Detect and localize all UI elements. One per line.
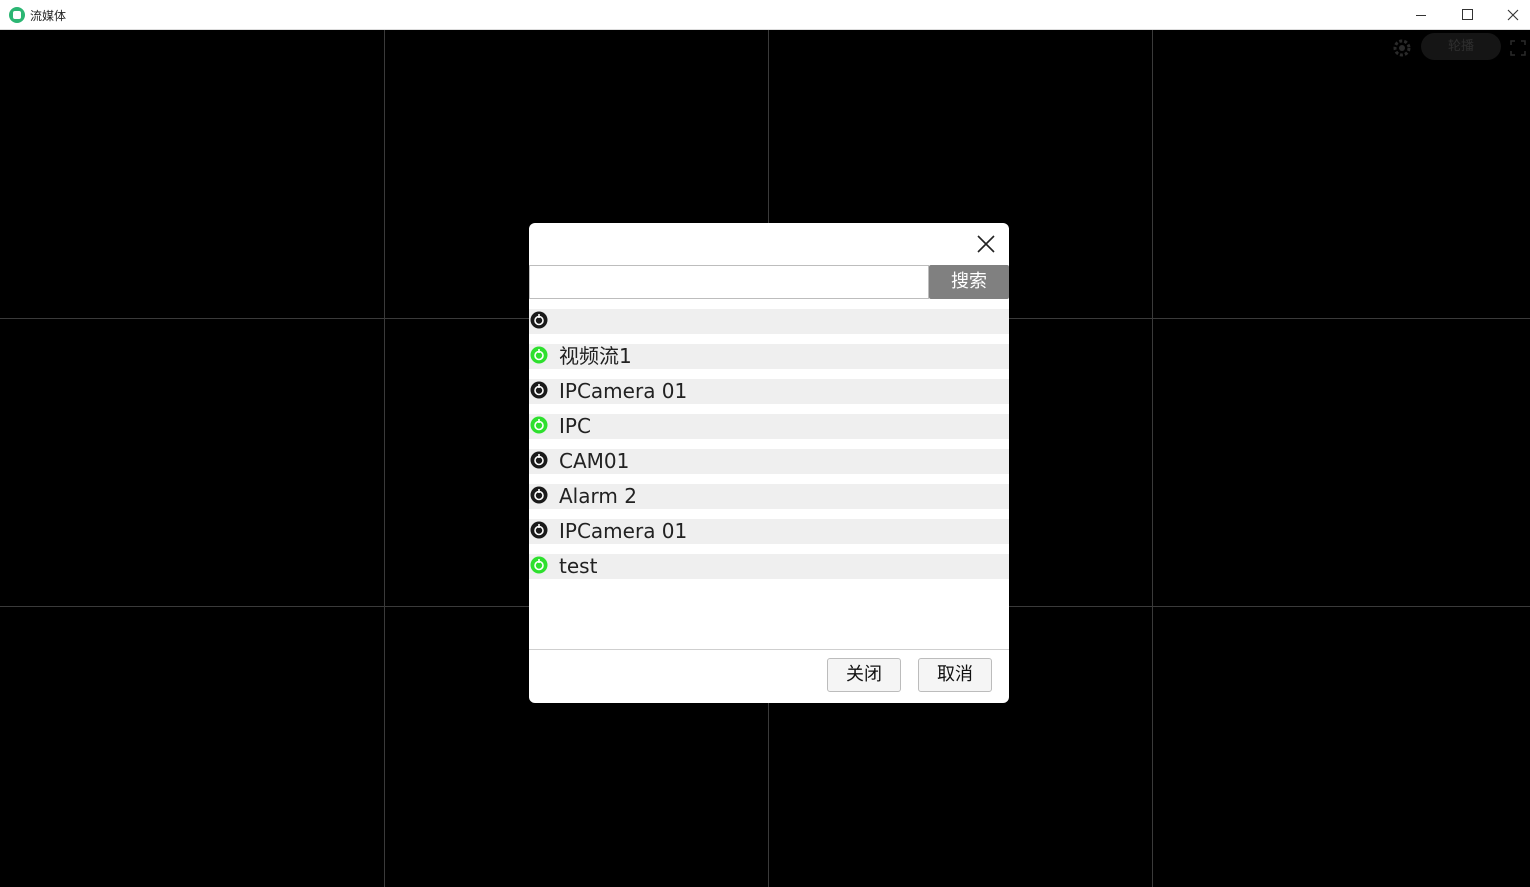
app-logo-icon	[9, 7, 25, 23]
camera-offline-icon	[530, 311, 548, 329]
close-window-button[interactable]	[1490, 0, 1530, 30]
stream-list-item[interactable]: Alarm 2	[529, 484, 1009, 509]
grid-divider	[384, 30, 385, 887]
stream-label: IPCamera 01	[559, 519, 688, 543]
stream-label: IPC	[559, 414, 591, 438]
title-bar: 流媒体	[0, 0, 1530, 30]
video-cell[interactable]	[0, 319, 384, 606]
camera-online-icon	[530, 416, 548, 434]
video-cell[interactable]	[0, 30, 384, 318]
minimize-button[interactable]	[1398, 0, 1444, 30]
camera-online-icon	[530, 556, 548, 574]
stream-list-item[interactable]: IPC	[529, 414, 1009, 439]
video-cell[interactable]	[0, 607, 384, 887]
search-button[interactable]: 搜索	[929, 265, 1009, 299]
stream-list: 视频流1 IPCamera 01 IPC CAM01 Alarm 2 IPCamera 0…	[529, 309, 1009, 589]
stream-label: test	[559, 554, 598, 578]
stream-label: IPCamera 01	[559, 379, 688, 403]
stream-label: CAM01	[559, 449, 630, 473]
stream-list-item[interactable]: IPCamera 01	[529, 519, 1009, 544]
carousel-toggle-button[interactable]: 轮播	[1421, 33, 1501, 60]
maximize-button[interactable]	[1444, 0, 1490, 30]
camera-offline-icon	[530, 521, 548, 539]
stream-select-dialog: 搜索 视频流1 IPCamera 01 IPC CAM01 Alarm 2 IPCamer…	[529, 223, 1009, 703]
stream-list-item[interactable]	[529, 309, 1009, 334]
camera-online-icon	[530, 346, 548, 364]
close-icon	[1507, 9, 1519, 21]
stream-list-item[interactable]: CAM01	[529, 449, 1009, 474]
video-cell[interactable]	[1153, 319, 1530, 606]
close-button[interactable]: 关闭	[827, 658, 901, 692]
stream-label: 视频流1	[559, 344, 632, 368]
stream-list-item[interactable]: IPCamera 01	[529, 379, 1009, 404]
close-icon[interactable]	[975, 233, 997, 255]
grid-divider	[1152, 30, 1153, 887]
window-title: 流媒体	[30, 9, 67, 23]
carousel-label: 轮播	[1447, 39, 1474, 54]
stream-list-item[interactable]: test	[529, 554, 1009, 579]
cancel-button[interactable]: 取消	[918, 658, 992, 692]
footer-divider	[529, 649, 1009, 650]
video-cell[interactable]	[1153, 607, 1530, 887]
fullscreen-icon[interactable]	[1510, 40, 1526, 56]
stream-label: Alarm 2	[559, 484, 637, 508]
gear-icon[interactable]	[1392, 38, 1412, 58]
camera-offline-icon	[530, 381, 548, 399]
video-cell[interactable]	[1153, 30, 1530, 318]
camera-offline-icon	[530, 486, 548, 504]
camera-offline-icon	[530, 451, 548, 469]
stream-list-item[interactable]: 视频流1	[529, 344, 1009, 369]
search-input[interactable]	[529, 265, 929, 299]
